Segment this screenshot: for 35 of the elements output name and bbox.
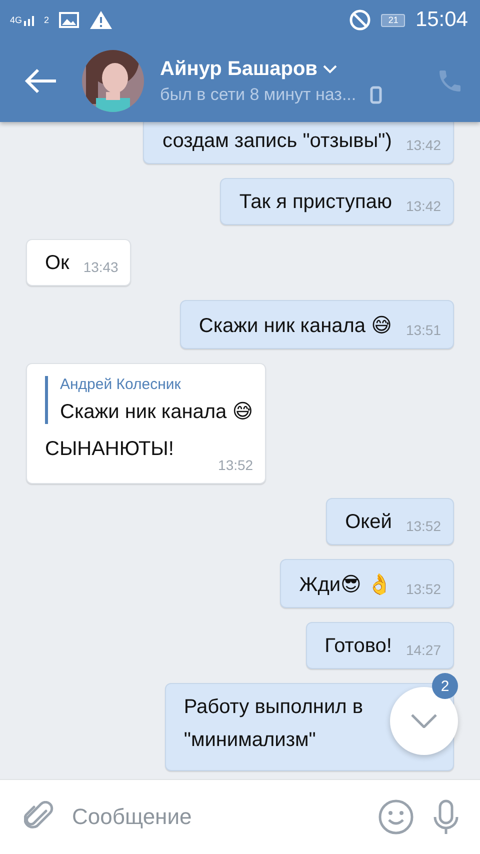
message-text: СЫНАНЮТЫ! xyxy=(45,438,175,461)
message-time: 13:52 xyxy=(218,457,254,473)
message-text: Работу выполнил в xyxy=(184,696,363,719)
message-text: Скажи ник канала 😅 xyxy=(198,314,392,338)
message-text: Окей xyxy=(345,511,392,534)
message-time: 13:42 xyxy=(406,137,441,153)
unread-count: 2 xyxy=(432,673,458,699)
message-text: Готово! xyxy=(324,635,392,658)
message-time: 13:51 xyxy=(406,322,441,338)
do-not-disturb-icon xyxy=(349,9,372,31)
mobile-icon xyxy=(370,86,382,104)
message-time: 13:43 xyxy=(83,259,118,275)
contact-name[interactable]: Айнур Башаров xyxy=(160,58,318,80)
message-text: создам запись "отзывы") xyxy=(162,130,392,153)
chevron-down-icon xyxy=(411,714,437,728)
message-time: 13:52 xyxy=(406,581,441,597)
message-text: "минимализм" xyxy=(184,729,317,752)
quote-text: Скажи ник канала 😅 xyxy=(60,400,254,424)
clock: 15:04 xyxy=(415,8,468,32)
message-input[interactable]: Сообщение xyxy=(72,798,360,836)
message-time: 13:42 xyxy=(406,198,441,214)
message-text: Ок xyxy=(45,252,70,275)
battery-indicator: 21 xyxy=(381,14,406,26)
last-seen-status: был в сети 8 минут наз... xyxy=(160,84,356,104)
back-arrow-icon[interactable] xyxy=(24,68,58,94)
message-text: Жди😎 👌 xyxy=(299,572,392,597)
smiley-icon[interactable] xyxy=(378,799,414,835)
chevron-down-icon[interactable] xyxy=(323,64,338,74)
microphone-icon[interactable] xyxy=(432,799,460,835)
image-icon xyxy=(59,12,80,28)
warning-icon xyxy=(89,10,114,30)
message-time: 13:52 xyxy=(406,518,441,534)
quote-author: Андрей Колесник xyxy=(60,376,182,393)
message-text: Так я приступаю xyxy=(239,191,392,214)
message-time: 14:27 xyxy=(406,642,441,658)
